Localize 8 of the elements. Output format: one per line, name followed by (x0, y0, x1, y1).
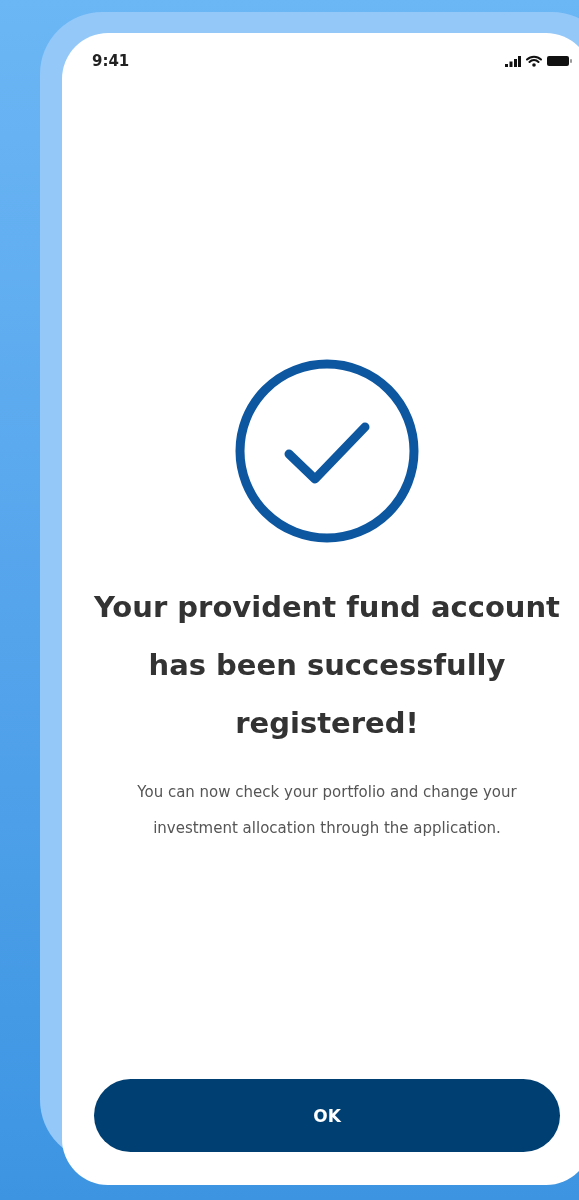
check-circle-icon (234, 358, 420, 544)
success-message: You can now check your portfolio and change your investment allocation through the application. (136, 782, 518, 839)
signal-icon (505, 55, 521, 67)
wifi-icon (526, 55, 542, 67)
ok-button[interactable]: OK (94, 1079, 560, 1152)
status-time: 9:41 (92, 52, 130, 70)
success-title: Your provident fund account has been successfully registered! (93, 589, 561, 742)
battery-icon (547, 55, 572, 67)
